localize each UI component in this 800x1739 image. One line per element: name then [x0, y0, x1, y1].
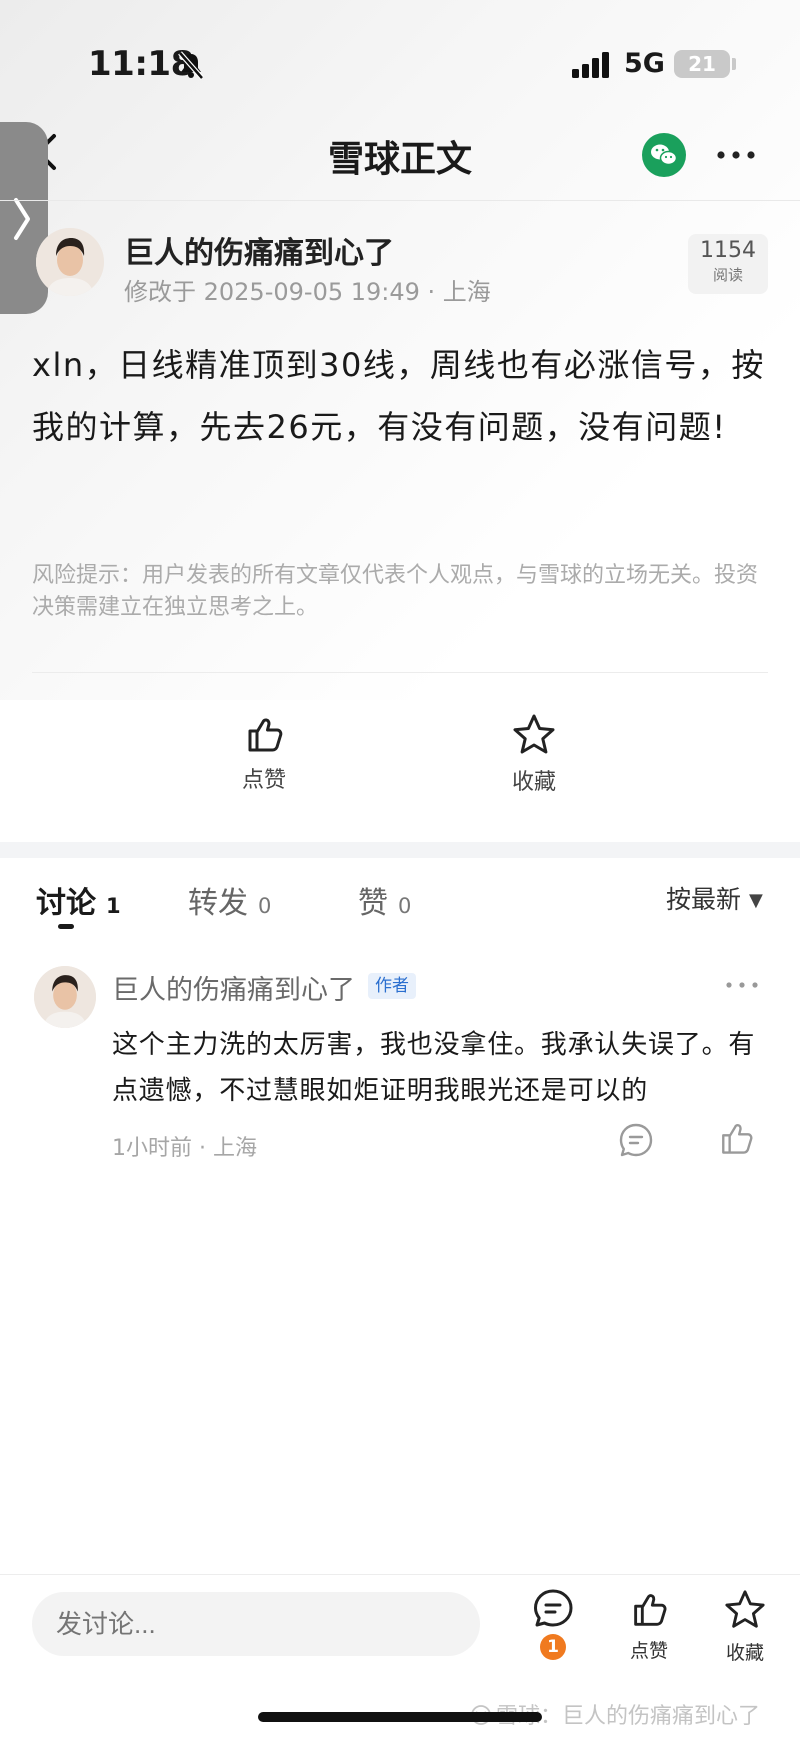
star-icon: [513, 714, 555, 754]
post-body: xln，日线精准顶到30线，周线也有必涨信号，按我的计算，先去26元，有没有问题…: [32, 346, 765, 446]
author-avatar[interactable]: [36, 228, 104, 296]
battery-cap: [732, 58, 736, 70]
bell-muted-icon: [178, 51, 204, 80]
like-label: 点赞: [241, 768, 286, 793]
chevron-right-icon: [14, 198, 30, 240]
section-separator: [0, 842, 800, 858]
comments-icon[interactable]: [532, 1588, 574, 1630]
read-label: 阅读: [712, 266, 743, 284]
comment-count-badge: 1: [540, 1634, 566, 1660]
risk-notice: 风险提示：用户发表的所有文章仅代表个人观点，与雪球的立场无关。投资决策需建立在独…: [32, 563, 759, 620]
tab-forwards-label: 转发: [188, 886, 248, 921]
more-options-icon[interactable]: [714, 140, 758, 170]
comment-meta: 1小时前 · 上海: [112, 1136, 257, 1161]
content-divider: [32, 672, 768, 673]
bottom-like-label: 点赞: [629, 1640, 668, 1662]
comment-like-icon[interactable]: [716, 1118, 756, 1158]
home-indicator: [258, 1712, 542, 1722]
like-button[interactable]: 点赞: [204, 712, 324, 794]
bottom-bar-divider: [0, 1574, 800, 1575]
bottom-favorite-label: 收藏: [725, 1642, 764, 1664]
tab-discussion[interactable]: 讨论 1: [36, 878, 121, 922]
network-type: 5G: [624, 48, 665, 79]
author-name[interactable]: 巨人的伤痛痛到心了: [124, 228, 394, 272]
comment-more-icon[interactable]: [724, 980, 760, 990]
caret-down-icon: ▼: [749, 890, 763, 911]
thumbs-up-icon: [634, 1594, 667, 1626]
bottom-favorite-button[interactable]: 收藏: [710, 1588, 780, 1665]
tab-forwards-count: 0: [258, 894, 272, 918]
thumbs-up-icon: [248, 718, 283, 752]
tab-likes-count: 0: [398, 894, 412, 918]
wechat-share-icon[interactable]: [642, 133, 686, 177]
tab-discussion-label: 讨论: [36, 886, 96, 921]
tab-likes[interactable]: 赞0: [358, 878, 411, 922]
tab-likes-label: 赞: [358, 886, 388, 921]
sort-label: 按最新: [666, 885, 742, 914]
signal-icon: [572, 52, 609, 78]
active-tab-indicator: [58, 924, 74, 929]
tab-discussion-count: 1: [106, 894, 121, 918]
bottom-like-button[interactable]: 点赞: [614, 1588, 684, 1663]
star-icon: [725, 1590, 765, 1628]
comment-text: 这个主力洗的太厉害，我也没拿住。我承认失误了。有点遗憾，不过慧眼如炬证明我眼光还…: [112, 1030, 756, 1106]
comment-input[interactable]: [32, 1592, 480, 1656]
read-count: 1154: [700, 238, 756, 263]
nav-divider: [0, 200, 800, 201]
favorite-button[interactable]: 收藏: [474, 712, 594, 796]
commenter-name[interactable]: 巨人的伤痛痛到心了: [112, 968, 355, 1007]
sort-dropdown[interactable]: 按最新 ▼: [666, 880, 763, 916]
reply-icon[interactable]: [618, 1122, 654, 1158]
post-meta: 修改于 2025-09-05 19:49 · 上海: [124, 278, 491, 306]
tab-forwards[interactable]: 转发 0: [188, 878, 271, 922]
favorite-label: 收藏: [511, 770, 556, 795]
read-count-box: 1154 阅读: [688, 234, 768, 294]
commenter-avatar[interactable]: [34, 966, 96, 1028]
author-badge: 作者: [368, 973, 416, 999]
battery-indicator: 21: [674, 50, 730, 78]
